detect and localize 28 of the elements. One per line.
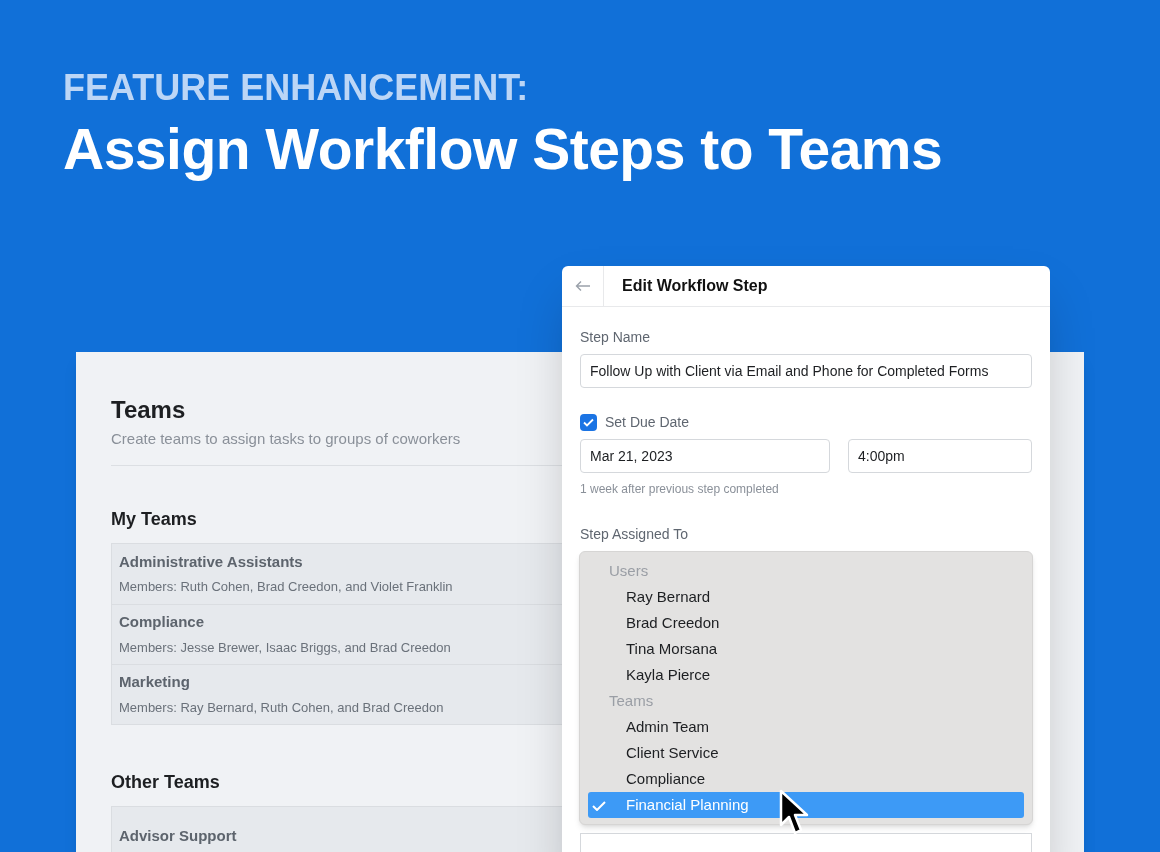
panel-subtitle: Create teams to assign tasks to groups of coworkers — [111, 429, 461, 449]
field-label: Step Assigned To — [580, 525, 689, 544]
group-heading: Users — [608, 561, 650, 581]
panel-title: Teams — [111, 395, 186, 425]
time-field[interactable]: 4:00pm — [848, 439, 1032, 473]
page-title: Assign Workflow Steps to Teams — [63, 116, 943, 183]
step-name-field[interactable]: Follow Up with Client via Email and Phone for Completed Forms — [580, 354, 1032, 388]
dropdown-option[interactable]: Client Service — [588, 740, 1024, 766]
section-heading: Other Teams — [111, 770, 220, 794]
due-date-checkbox[interactable] — [580, 414, 597, 431]
check-icon — [583, 418, 594, 427]
back-arrow-icon — [574, 280, 591, 292]
field-label: Step Name — [580, 328, 652, 347]
team-members: Members: Jesse Brewer, Isaac Briggs, and Brad Creedon — [119, 638, 451, 657]
team-members: Members: Ruth Cohen, Brad Creedon, and Violet Franklin — [119, 578, 453, 596]
check-icon — [592, 801, 606, 811]
field-hint: 1 week after previous step completed — [580, 481, 780, 498]
dialog-title: Edit Workflow Step — [622, 276, 768, 296]
team-name: Compliance — [119, 612, 205, 632]
team-members: Members: Ray Bernard, Ruth Cohen, and Brad Creedon — [119, 698, 444, 717]
team-name: Administrative Assistants — [119, 551, 303, 572]
dropdown-option[interactable]: Compliance — [588, 766, 1024, 792]
section-heading: My Teams — [111, 507, 197, 531]
date-field[interactable]: Mar 21, 2023 — [580, 439, 830, 473]
checkbox-label: Set Due Date — [605, 413, 690, 432]
group-heading: Teams — [608, 691, 655, 711]
team-name: Marketing — [119, 672, 190, 692]
eyebrow-heading: FEATURE ENHANCEMENT: — [63, 66, 530, 110]
